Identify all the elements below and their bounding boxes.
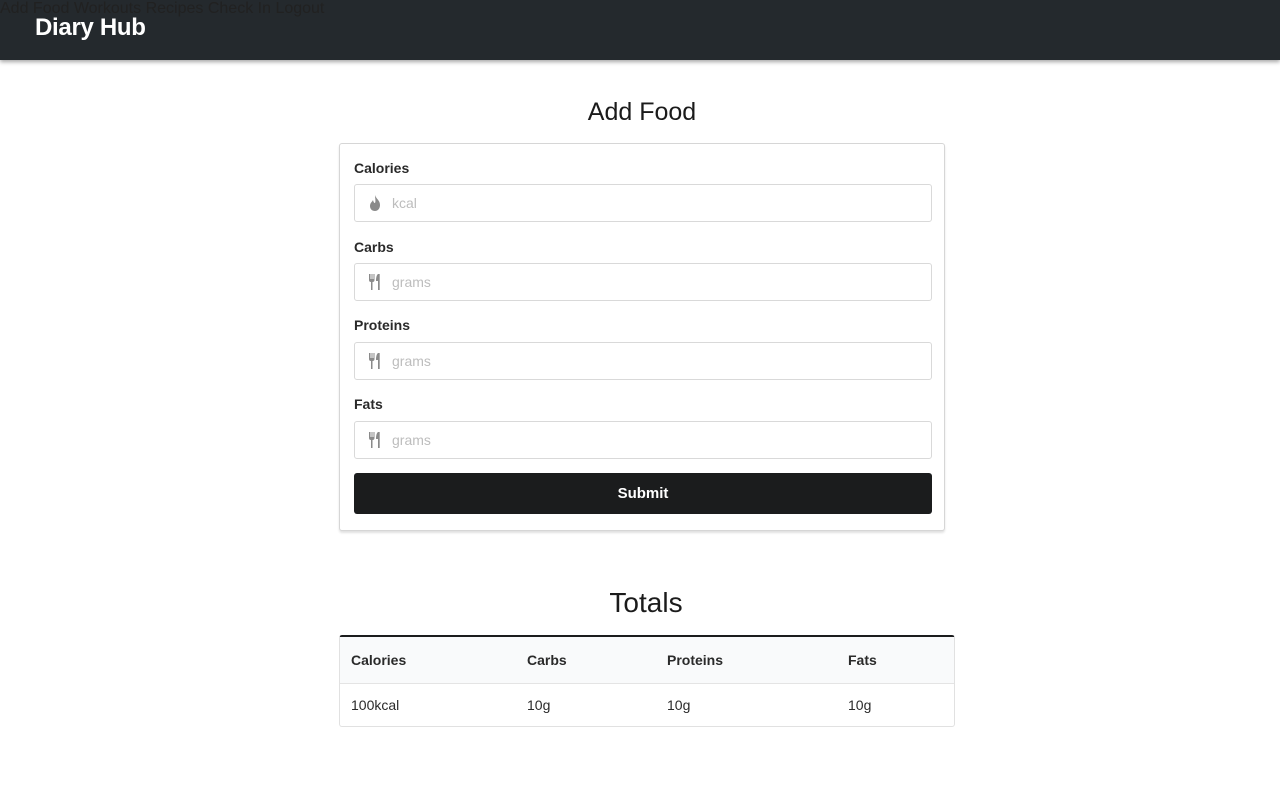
- utensils-icon: [367, 431, 383, 449]
- proteins-label: Proteins: [354, 317, 411, 333]
- add-food-form: Calories Carbs Proteins Fats Submit: [339, 143, 945, 531]
- column-header-calories: Calories: [340, 637, 516, 684]
- add-food-title: Add Food: [587, 98, 697, 126]
- fats-label: Fats: [354, 396, 383, 412]
- cell-calories: 100kcal: [351, 697, 400, 713]
- fats-field[interactable]: [354, 421, 932, 459]
- nav-check-in[interactable]: Check In: [208, 0, 271, 17]
- nav-logout[interactable]: Logout: [275, 0, 324, 17]
- cell-carbs: 10g: [527, 697, 551, 713]
- fire-icon: [367, 194, 383, 212]
- proteins-field[interactable]: [354, 342, 932, 380]
- column-header-proteins: Proteins: [656, 637, 837, 684]
- totals-table: Calories Carbs Proteins Fats 100kcal 10g…: [339, 635, 955, 727]
- nav-recipes[interactable]: Recipes: [146, 0, 204, 17]
- cell-fats: 10g: [848, 697, 872, 713]
- column-header-carbs: Carbs: [516, 637, 656, 684]
- utensils-icon: [367, 352, 383, 370]
- top-navbar: Diary Hub Add Food Workouts Recipes Chec…: [0, 0, 1280, 60]
- calories-input[interactable]: [392, 185, 912, 221]
- table-header-row: Calories Carbs Proteins Fats: [340, 637, 954, 684]
- carbs-label: Carbs: [354, 239, 394, 255]
- carbs-input[interactable]: [392, 264, 912, 300]
- cell-proteins: 10g: [667, 697, 691, 713]
- table-row: 100kcal 10g 10g 10g: [340, 684, 954, 726]
- utensils-icon: [367, 273, 383, 291]
- brand-logo[interactable]: Diary Hub: [35, 0, 146, 58]
- submit-button[interactable]: Submit: [354, 473, 932, 514]
- column-header-fats: Fats: [837, 637, 954, 684]
- totals-title: Totals: [609, 587, 683, 618]
- fats-input[interactable]: [392, 422, 912, 458]
- calories-label: Calories: [354, 160, 410, 176]
- carbs-field[interactable]: [354, 263, 932, 301]
- proteins-input[interactable]: [392, 343, 912, 379]
- calories-field[interactable]: [354, 184, 932, 222]
